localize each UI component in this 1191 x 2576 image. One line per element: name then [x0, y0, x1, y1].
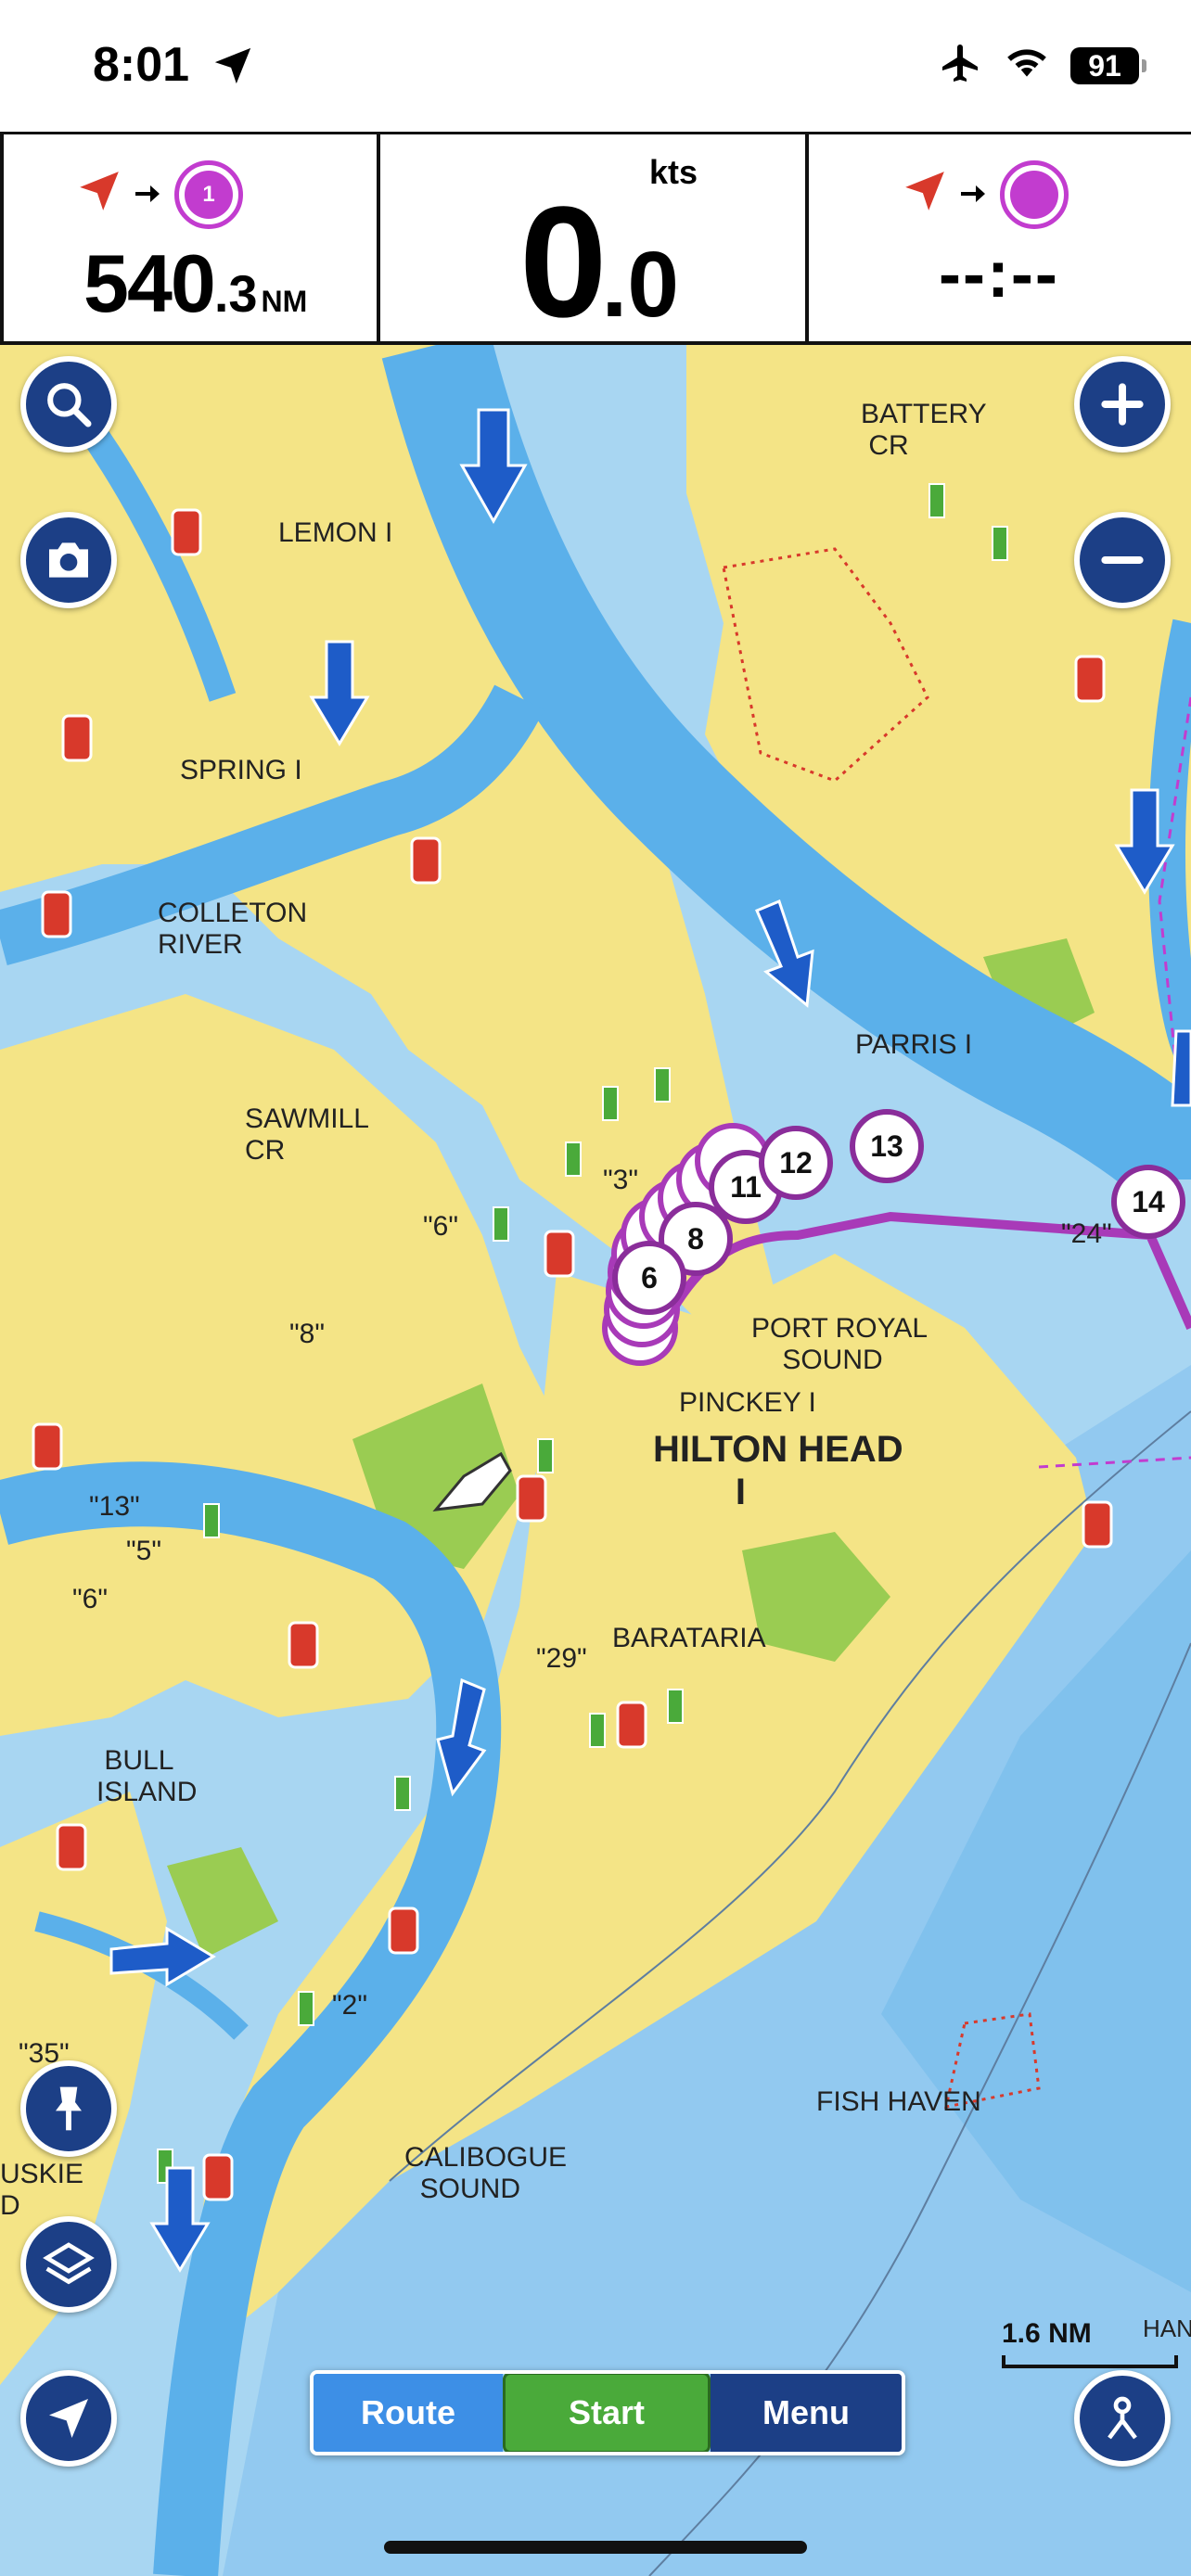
- navigation-arrow-icon: [905, 172, 944, 210]
- minus-icon: [1101, 556, 1144, 564]
- route-waypoint-12[interactable]: 12: [759, 1126, 833, 1200]
- zoom-in-button[interactable]: [1074, 356, 1171, 453]
- route-waypoint-13[interactable]: 13: [850, 1109, 924, 1183]
- data-bar: 1 540.3 NM kts 0.0 --:--: [0, 132, 1191, 351]
- label-marker-6: "6": [423, 1211, 458, 1242]
- label-port-royal-sound: PORT ROYAL SOUND: [751, 1313, 928, 1375]
- label-sawmill-creek: SAWMILL CR: [245, 1103, 369, 1166]
- zoom-out-button[interactable]: [1074, 512, 1171, 608]
- waypoint-pin-button[interactable]: [20, 2060, 117, 2157]
- label-marker-6b: "6": [72, 1584, 108, 1614]
- label-baratarian: BARATARIA: [612, 1623, 766, 1653]
- route-waypoint-14[interactable]: 14: [1111, 1165, 1185, 1239]
- camera-button[interactable]: [20, 512, 117, 608]
- route-controls: Route Start Menu: [310, 2370, 905, 2455]
- nautical-chart[interactable]: LEMON I BATTERY CR SPRING I COLLETON RIV…: [0, 345, 1191, 2576]
- label-marker-8: "8": [289, 1319, 325, 1349]
- label-bull-island: BULL ISLAND: [96, 1745, 198, 1807]
- label-calibogue-sound: CALIBOGUE SOUND: [404, 2142, 568, 2204]
- label-marker-29: "29": [536, 1643, 587, 1674]
- navigation-arrow-icon: [80, 172, 119, 210]
- wifi-icon: [1004, 45, 1050, 86]
- distance-value: 540.3 NM: [83, 237, 308, 329]
- label-hilton-head-island: HILTON HEAD I: [653, 1429, 903, 1512]
- start-button[interactable]: Start: [503, 2374, 711, 2452]
- label-pinckey-island: PINCKEY I: [679, 1387, 816, 1418]
- arrow-right-icon: [135, 185, 160, 202]
- label-colleton-river: COLLETON RIVER: [158, 898, 308, 960]
- distance-to-waypoint-field[interactable]: 1 540.3 NM: [0, 134, 380, 341]
- label-battery-creek: BATTERY CR: [861, 399, 987, 461]
- label-fish-haven: FISH HAVEN: [816, 2086, 981, 2117]
- label-marker-13: "13": [89, 1491, 140, 1522]
- eta-value: --:--: [939, 237, 1059, 312]
- destination-icon: [1000, 160, 1069, 229]
- label-parris-island: PARRIS I: [855, 1029, 973, 1060]
- label-marker-3: "3": [603, 1165, 638, 1195]
- label-lemon-island: LEMON I: [278, 517, 393, 548]
- search-icon: [47, 383, 92, 427]
- speed-value: 0.0: [519, 174, 679, 351]
- label-marker-24: "24": [1061, 1218, 1112, 1249]
- speed-field[interactable]: kts 0.0: [380, 134, 809, 351]
- scale-readout: 1.6 NM: [1002, 2318, 1092, 2349]
- chart-canvas: [0, 345, 1191, 2576]
- route-waypoint-6[interactable]: 6: [612, 1241, 686, 1315]
- arrow-right-icon: [961, 185, 985, 202]
- layers-button[interactable]: [20, 2216, 117, 2313]
- person-icon: [1108, 2396, 1137, 2440]
- layers-icon: [43, 2242, 95, 2285]
- label-han: HAN: [1143, 2315, 1191, 2342]
- home-indicator[interactable]: [384, 2541, 807, 2554]
- menu-button[interactable]: Menu: [711, 2374, 902, 2452]
- battery-level: 91: [1070, 46, 1139, 84]
- eta-field[interactable]: --:--: [809, 134, 1191, 341]
- my-location-button[interactable]: [20, 2370, 117, 2467]
- airplane-icon: [939, 41, 983, 90]
- location-arrow-icon: [211, 45, 254, 92]
- user-profile-button[interactable]: [1074, 2370, 1171, 2467]
- waypoint-icon: 1: [174, 160, 243, 229]
- status-icons: 91: [939, 41, 1146, 90]
- label-uskie: USKIE D: [0, 2159, 84, 2221]
- battery-icon: 91: [1070, 46, 1146, 84]
- search-button[interactable]: [20, 356, 117, 453]
- scale-bar: [1002, 2355, 1178, 2368]
- status-bar: 8:01 91: [0, 0, 1191, 132]
- camera-icon: [49, 542, 88, 578]
- pin-icon: [56, 2086, 82, 2131]
- status-time: 8:01: [93, 38, 190, 92]
- route-button[interactable]: Route: [314, 2374, 503, 2452]
- plus-icon: [1101, 383, 1144, 426]
- location-arrow-icon: [49, 2399, 88, 2438]
- label-marker-2: "2": [332, 1990, 367, 2021]
- label-marker-5: "5": [126, 1536, 161, 1566]
- label-spring-island: SPRING I: [180, 755, 302, 785]
